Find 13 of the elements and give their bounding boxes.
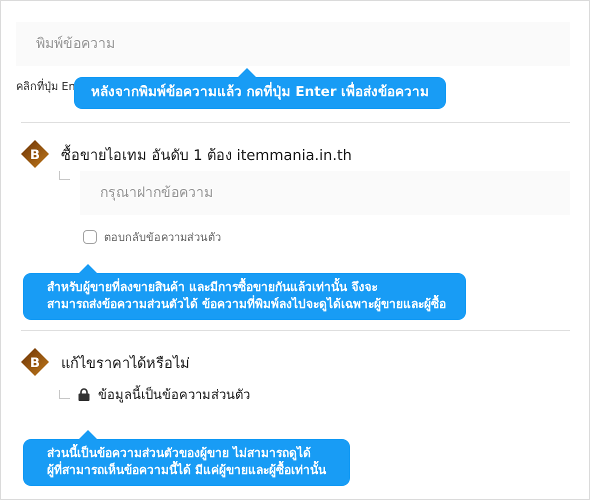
reply-field[interactable]: กรุณาฝากข้อความ: [80, 171, 570, 215]
badge-icon: B: [21, 348, 49, 376]
lock-icon: [78, 388, 90, 401]
badge-icon: B: [21, 140, 49, 168]
post-title: แก้ไขราคาได้หรือไม่: [61, 354, 190, 374]
private-notice: ข้อมูลนี้เป็นข้อความส่วนตัว: [98, 384, 250, 405]
checkbox[interactable]: [83, 230, 97, 244]
tooltip: หลังจากพิมพ์ข้อความแล้ว กดที่ปุ่ม Enter เพื่อส่งข้อความ: [74, 68, 446, 109]
message-field[interactable]: พิมพ์ข้อความ: [16, 22, 570, 66]
tooltip: ส่วนนี้เป็นข้อความส่วนตัวของผู้ขาย ไม่สามารถดูได้ ผู้ที่สามารถเห็นข้อความนี้ได้ มีแค่ผู้ขายและผู้ซื้อเท่านั้น: [23, 430, 350, 486]
post-title: ซื้อขายไอเทม อันดับ 1 ต้อง itemmania.in.th: [61, 142, 352, 166]
checkbox-label: ตอบกลับข้อความส่วนตัว: [104, 230, 221, 246]
tooltip: สำหรับผู้ขายที่ลงขายสินค้า และมีการซื้อขายกันแล้วเท่านั้น จึงจะ สามารถส่งข้อความส่วนตัวได้ ข้อความที่พิมพ์ลงไปจะดูได้เฉพาะผู้ขายและผู้ซื้อ: [23, 264, 466, 320]
